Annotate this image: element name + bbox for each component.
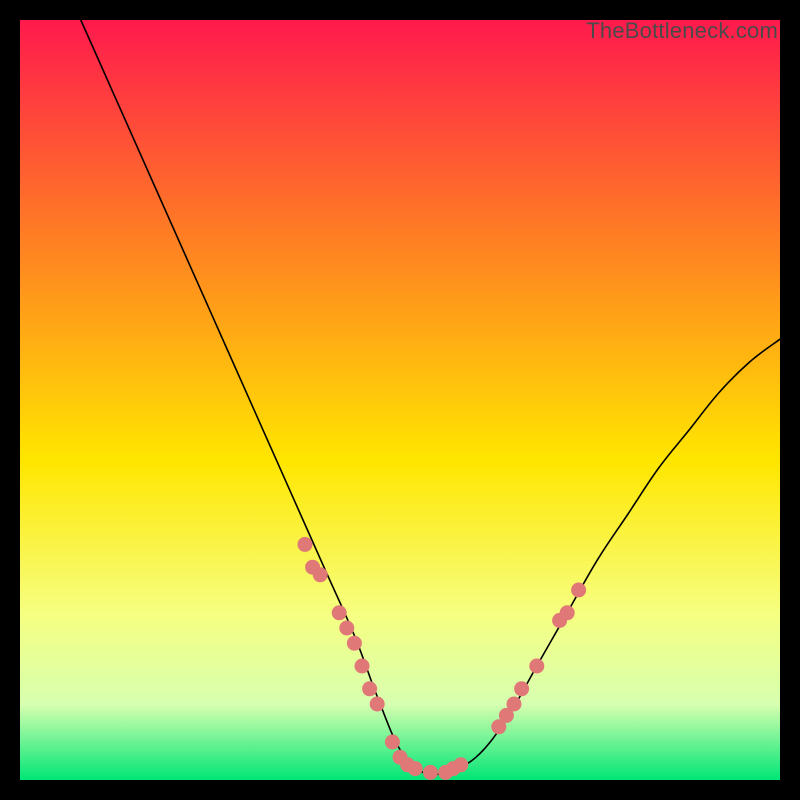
data-marker [571,583,586,598]
watermark-text: TheBottleneck.com [586,18,778,44]
data-marker [339,621,354,636]
data-marker [355,659,370,674]
data-marker [298,537,313,552]
data-marker [560,605,575,620]
data-marker [347,636,362,651]
data-marker [362,681,377,696]
data-marker [423,765,438,780]
data-marker [514,681,529,696]
data-marker [370,697,385,712]
data-marker [507,697,522,712]
data-marker [408,761,423,776]
data-marker [453,757,468,772]
data-marker [385,735,400,750]
bottleneck-curve [81,20,780,775]
data-marker [529,659,544,674]
data-marker [332,605,347,620]
data-marker [313,567,328,582]
plot-frame: TheBottleneck.com [20,20,780,780]
marker-group [298,537,587,780]
chart-svg [20,20,780,780]
